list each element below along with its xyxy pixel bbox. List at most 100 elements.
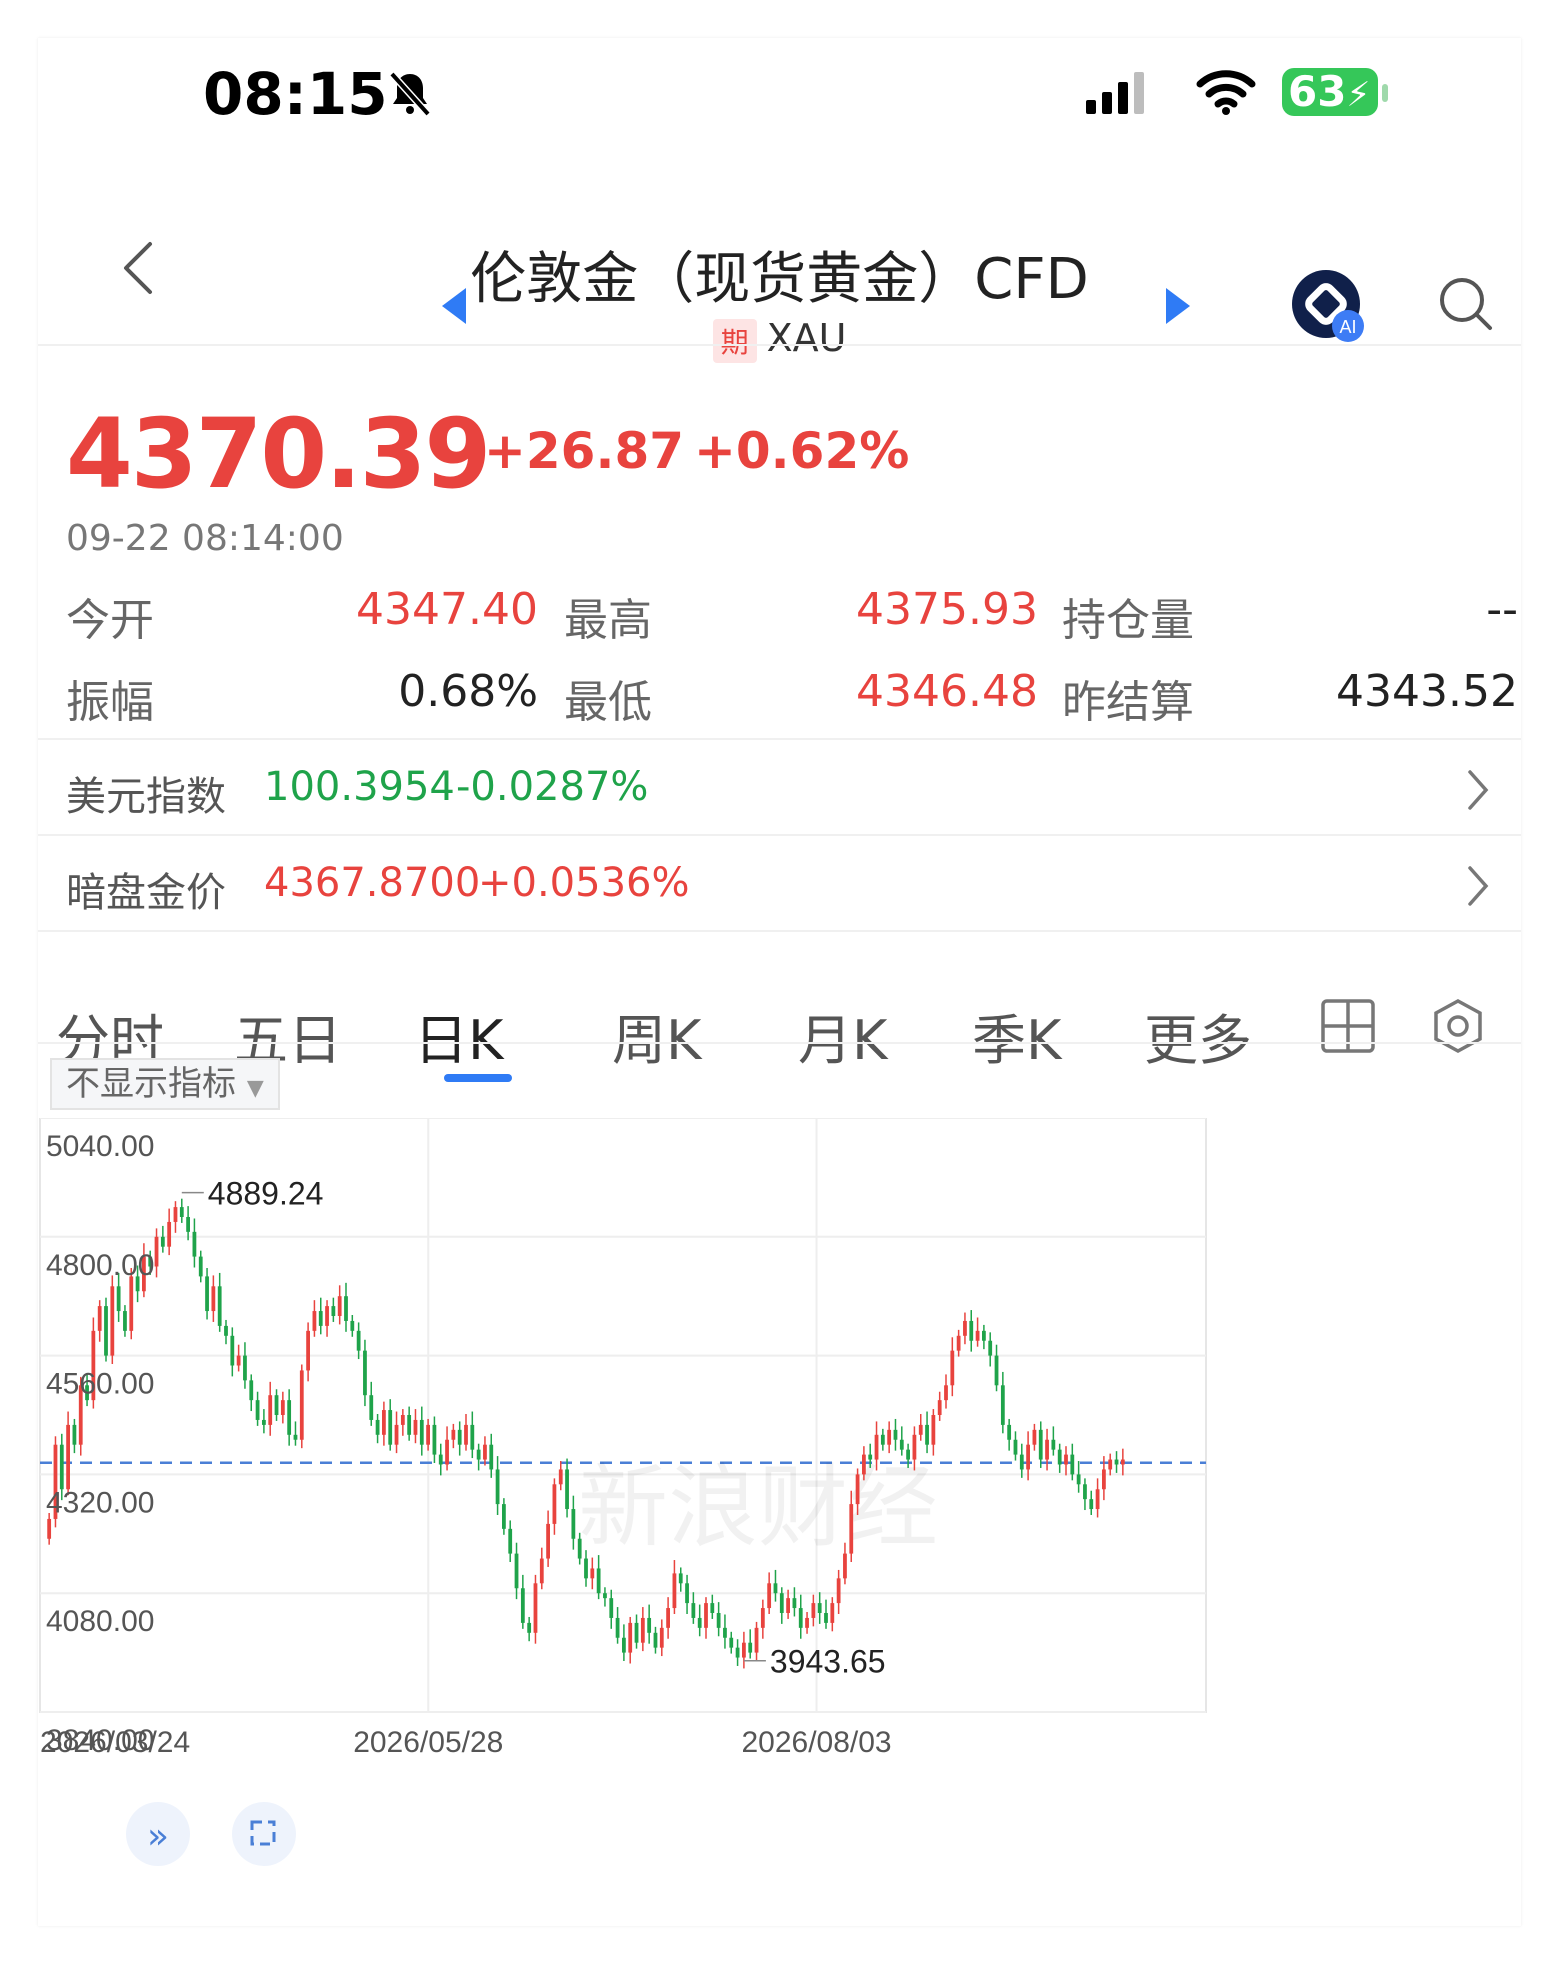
candle-body: [382, 1410, 386, 1435]
candle-body: [1051, 1439, 1056, 1450]
app-screen: 08:15 63⚡ 伦敦金（现货黄金）CFD 期 XAU AI 4370.39 …: [38, 38, 1521, 1926]
candle-body: [925, 1424, 929, 1445]
candle-body: [584, 1558, 588, 1579]
candle-body: [217, 1286, 222, 1326]
candle-body: [356, 1330, 361, 1351]
futures-tag: 期: [712, 318, 757, 363]
dollar-index-change: -0.0287%: [456, 764, 649, 810]
candle-body: [950, 1350, 955, 1386]
candle-body: [230, 1335, 235, 1366]
search-icon[interactable]: [1436, 274, 1496, 334]
candle-body: [944, 1385, 948, 1401]
fullscreen-button[interactable]: [232, 1802, 296, 1866]
candle-body: [451, 1429, 456, 1440]
high-price-label: 4889.24: [208, 1176, 324, 1212]
candle-body: [786, 1598, 790, 1613]
tab-more[interactable]: 更多: [1144, 996, 1252, 1075]
layout-grid-icon[interactable]: [1320, 998, 1376, 1054]
candle-body: [893, 1429, 898, 1440]
stat-label-open-interest: 持仓量: [1062, 595, 1194, 646]
candle-body: [931, 1415, 936, 1445]
candle-body: [653, 1632, 658, 1648]
candle-body: [205, 1276, 209, 1312]
candle-body: [495, 1469, 500, 1505]
candle-body: [640, 1617, 645, 1643]
x-tick-label: 2026/03/24: [40, 1726, 190, 1759]
settings-icon[interactable]: [1430, 998, 1486, 1054]
candle-body: [1038, 1429, 1043, 1460]
tab-quarterly-k[interactable]: 季K: [972, 996, 1061, 1075]
ai-assistant-icon[interactable]: AI: [1290, 268, 1368, 346]
candle-body: [104, 1306, 108, 1356]
candle-body: [394, 1424, 399, 1445]
candle-body: [457, 1429, 462, 1445]
candle-body: [862, 1454, 866, 1475]
candle-body: [388, 1410, 393, 1445]
candle-body: [767, 1583, 772, 1609]
divider: [38, 344, 1521, 346]
candle-body: [123, 1311, 127, 1331]
row-label: 美元指数: [66, 774, 226, 820]
candle-body: [520, 1588, 525, 1623]
candle-body: [438, 1454, 443, 1465]
candle-body: [672, 1573, 677, 1609]
candle-body: [337, 1296, 342, 1316]
candle-body: [678, 1573, 683, 1584]
candle-body: [912, 1434, 917, 1460]
tab-monthly-k[interactable]: 月K: [798, 996, 887, 1075]
candle-body: [773, 1583, 778, 1594]
candle-body: [723, 1627, 727, 1638]
battery-indicator: 63⚡: [1282, 68, 1378, 116]
candle-body: [445, 1439, 449, 1465]
candle-body: [186, 1217, 190, 1232]
candle-body: [426, 1424, 430, 1445]
candle-body: [830, 1603, 835, 1623]
candle-body: [988, 1340, 993, 1356]
candle-body: [280, 1400, 285, 1415]
candlestick-chart[interactable]: 新浪财经 5040.00 4800.00 4560.00 4320.00 4080.00…: [38, 1118, 1521, 1926]
candle-body: [565, 1469, 569, 1510]
candle-body: [691, 1603, 696, 1618]
candle-body: [697, 1617, 702, 1628]
candle-body: [994, 1355, 999, 1386]
candle-body: [634, 1622, 639, 1643]
candle-body: [508, 1528, 513, 1554]
wifi-icon: [1196, 70, 1256, 115]
candle-body: [331, 1306, 336, 1316]
chevron-right-icon[interactable]: [1464, 768, 1492, 812]
candle-body: [413, 1419, 418, 1435]
candle-body: [603, 1593, 607, 1599]
y-tick-label: 5040.00: [46, 1130, 154, 1163]
chevron-right-icon[interactable]: [1464, 864, 1492, 908]
candle-body: [754, 1627, 759, 1653]
candle-body: [1007, 1424, 1012, 1440]
candle-body: [400, 1415, 405, 1425]
tab-daily-k[interactable]: 日K: [414, 996, 503, 1075]
candle-body: [710, 1603, 715, 1613]
candle-body: [558, 1469, 563, 1485]
symbol-code: XAU: [766, 316, 847, 360]
candle-body: [956, 1335, 961, 1351]
candle-body: [1108, 1459, 1113, 1470]
candle-body: [318, 1311, 323, 1326]
candle-body: [110, 1286, 115, 1356]
bell-muted-icon: [389, 71, 431, 117]
divider: [38, 930, 1521, 932]
candle-body: [969, 1320, 974, 1341]
x-tick-label: 2026/05/28: [353, 1726, 503, 1759]
tab-weekly-k[interactable]: 周K: [612, 996, 701, 1075]
candle-body: [129, 1276, 134, 1331]
candle-body: [1114, 1459, 1119, 1465]
candle-body: [609, 1598, 614, 1618]
next-symbol-icon[interactable]: [1164, 286, 1192, 326]
candle-body: [855, 1474, 860, 1505]
stat-label-low: 最低: [564, 677, 652, 728]
active-tab-indicator: [444, 1074, 512, 1082]
candle-body: [716, 1613, 721, 1628]
candle-body: [1102, 1469, 1106, 1490]
indicator-dropdown[interactable]: 不显示指标 ▼: [50, 1058, 280, 1110]
candle-body: [805, 1617, 809, 1628]
divider: [38, 738, 1521, 740]
candle-body: [843, 1553, 847, 1579]
candle-body: [255, 1400, 260, 1420]
